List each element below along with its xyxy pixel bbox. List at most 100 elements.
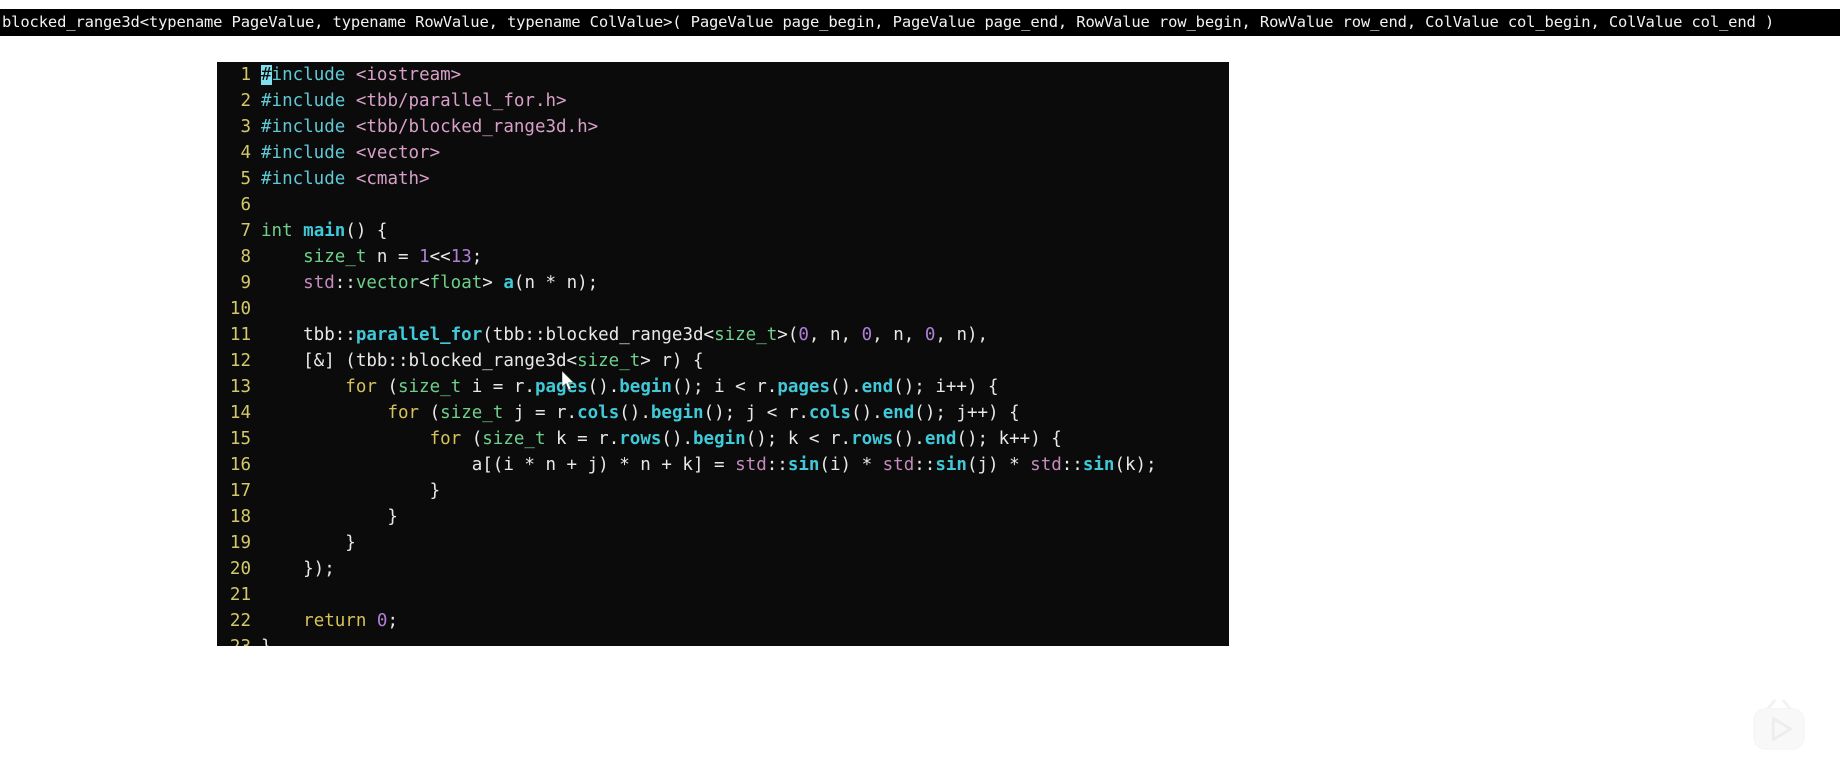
- line-number: 4: [240, 143, 251, 163]
- code-line[interactable]: 21: [217, 582, 1229, 608]
- code-token: });: [261, 559, 335, 579]
- code-token: cols: [808, 403, 852, 423]
- line-number: 23: [217, 634, 261, 646]
- code-line[interactable]: 3 #include <tbb/blocked_range3d.h>: [217, 114, 1229, 140]
- code-line[interactable]: 7 int main() {: [217, 218, 1229, 244]
- code-line[interactable]: 16 a[(i * n + j) * n + k] = std::sin(i) …: [217, 452, 1229, 478]
- code-line[interactable]: 10: [217, 296, 1229, 322]
- code-line-text: }: [261, 530, 356, 556]
- code-line[interactable]: 20 });: [217, 556, 1229, 582]
- code-token: n =: [366, 247, 420, 267]
- code-line[interactable]: 15 for (size_t k = r.rows().begin(); k <…: [217, 426, 1229, 452]
- line-number: 18: [229, 507, 251, 527]
- code-token: std: [882, 455, 915, 475]
- code-token: a[(i * n + j) * n + k] =: [261, 455, 736, 475]
- code-token: (n * n);: [513, 273, 599, 293]
- code-token: sin: [935, 455, 967, 475]
- code-token: rows: [851, 429, 894, 449]
- code-line[interactable]: 18 }: [217, 504, 1229, 530]
- code-line[interactable]: 13 for (size_t i = r.pages().begin(); i …: [217, 374, 1229, 400]
- code-token: vector: [355, 273, 420, 293]
- code-editor-panel[interactable]: 1 #include <iostream> 2 #include <tbb/paral…: [217, 62, 1229, 646]
- code-line[interactable]: 9 std::vector<float> a(n * n);: [217, 270, 1229, 296]
- code-token: size_t: [577, 351, 641, 371]
- code-token: for: [345, 377, 377, 397]
- code-lines-container[interactable]: 1 #include <iostream> 2 #include <tbb/paral…: [217, 62, 1229, 646]
- code-token: <<: [429, 247, 451, 267]
- code-token: 13: [450, 247, 472, 267]
- code-token: () {: [345, 221, 388, 241]
- line-number: 15: [229, 429, 251, 449]
- code-token: return: [303, 611, 367, 631]
- code-token: pages: [534, 377, 588, 397]
- code-token: sin: [787, 455, 820, 475]
- code-token: pages: [777, 377, 830, 397]
- code-line-text: }: [261, 504, 398, 530]
- code-line-text: #include <vector>: [261, 140, 440, 166]
- code-line[interactable]: 2 #include <tbb/parallel_for.h>: [217, 88, 1229, 114]
- code-token: size_t: [397, 377, 462, 397]
- code-line-text: tbb::parallel_for(tbb::blocked_range3d<s…: [261, 322, 988, 348]
- code-line-text: for (size_t j = r.cols().begin(); j < r.…: [261, 400, 1020, 426]
- code-line[interactable]: 12 [&] (tbb::blocked_range3d<size_t> r) …: [217, 348, 1229, 374]
- code-token: (); i++) {: [893, 377, 999, 397]
- code-token: [&] (tbb::blocked_range3d<: [261, 351, 578, 371]
- line-number: 13: [229, 377, 251, 397]
- code-token: ().: [851, 403, 883, 423]
- code-line-text: std::vector<float> a(n * n);: [261, 270, 598, 296]
- code-token: for: [429, 429, 462, 449]
- code-token: begin: [693, 429, 746, 449]
- code-token: , n,: [808, 325, 862, 345]
- line-number: 8: [240, 247, 251, 267]
- code-token: tbb::: [261, 325, 356, 345]
- code-token: std: [735, 455, 767, 475]
- code-token: sin: [1082, 455, 1115, 475]
- tv-play-watermark-icon: [1753, 699, 1805, 750]
- code-token: }: [261, 507, 398, 527]
- code-token: begin: [650, 403, 704, 423]
- code-token: (); j++) {: [914, 403, 1020, 423]
- code-line[interactable]: 6: [217, 192, 1229, 218]
- code-line[interactable]: 22 return 0;: [217, 608, 1229, 634]
- code-token: <tbb/parallel_for.h>: [355, 91, 567, 111]
- code-token: ::: [1061, 455, 1083, 475]
- line-number: 11: [229, 325, 251, 345]
- code-token: ;: [387, 611, 399, 631]
- code-token: size_t: [714, 325, 778, 345]
- code-token: k = r.: [545, 429, 620, 449]
- code-token: #include: [261, 143, 346, 163]
- code-line-text: int main() {: [261, 218, 387, 244]
- code-token: size_t: [440, 403, 504, 423]
- code-token: std: [1030, 455, 1062, 475]
- code-line[interactable]: 5 #include <cmath>: [217, 166, 1229, 192]
- line-number: 20: [229, 559, 251, 579]
- code-token: std: [303, 273, 335, 293]
- code-line[interactable]: 11 tbb::parallel_for(tbb::blocked_range3…: [217, 322, 1229, 348]
- code-token: end: [924, 429, 957, 449]
- code-token: }: [261, 637, 272, 646]
- code-token: 0: [924, 325, 936, 345]
- code-line[interactable]: 17 }: [217, 478, 1229, 504]
- code-line[interactable]: 8 size_t n = 1<<13;: [217, 244, 1229, 270]
- code-token: , n,: [872, 325, 925, 345]
- code-line-text: [&] (tbb::blocked_range3d<size_t> r) {: [261, 348, 703, 374]
- code-line[interactable]: 14 for (size_t j = r.cols().begin(); j <…: [217, 400, 1229, 426]
- code-line-text: #include <cmath>: [261, 166, 430, 192]
- code-token: float: [429, 273, 483, 293]
- line-number: 22: [229, 611, 251, 631]
- code-line[interactable]: 1 #include <iostream>: [217, 62, 1229, 88]
- line-number: 17: [229, 481, 251, 501]
- code-token: ().: [893, 429, 925, 449]
- code-token: main: [303, 221, 346, 241]
- code-line[interactable]: 23}: [217, 634, 1229, 646]
- code-token: (); k++) {: [956, 429, 1062, 449]
- code-line[interactable]: 19 }: [217, 530, 1229, 556]
- code-line-text: });: [261, 556, 335, 582]
- code-token: #include: [261, 91, 346, 111]
- code-line[interactable]: 4 #include <vector>: [217, 140, 1229, 166]
